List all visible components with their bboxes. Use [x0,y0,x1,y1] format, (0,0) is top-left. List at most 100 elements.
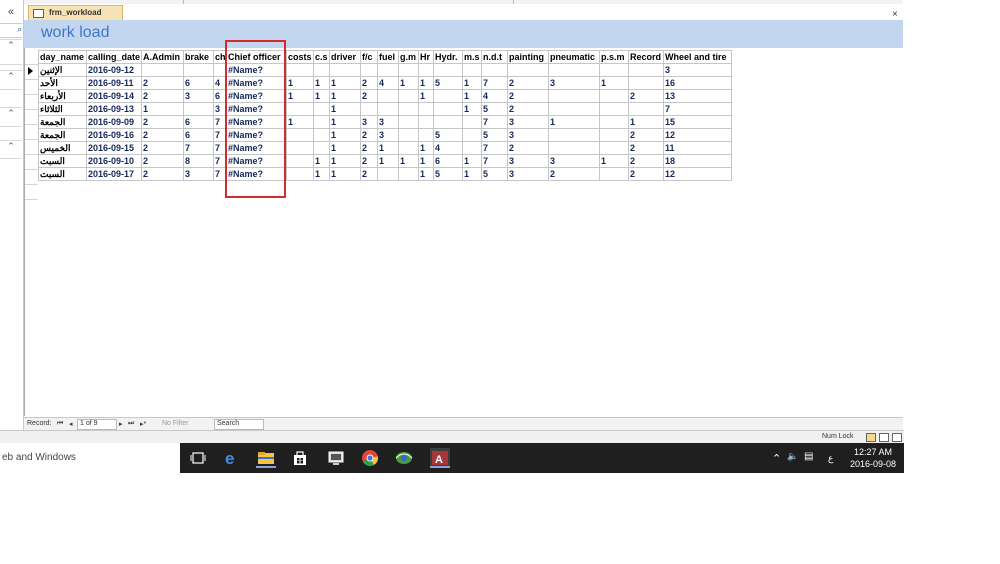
no-filter-button[interactable]: No Filter [162,420,188,427]
table-cell[interactable] [599,89,629,103]
taskbar-search-box[interactable]: eb and Windows [0,443,180,473]
column-header[interactable]: n.d.t [481,50,508,64]
table-cell[interactable] [313,63,330,77]
record-selector[interactable] [25,140,38,155]
column-header[interactable]: Hr [418,50,434,64]
table-cell[interactable] [418,128,434,142]
table-cell[interactable]: 15 [663,115,732,129]
previous-record-button[interactable]: ◂ [69,420,73,428]
table-cell[interactable]: 5 [433,167,463,181]
table-cell[interactable]: 1 [329,141,361,155]
table-cell[interactable]: 2 [360,167,378,181]
table-cell[interactable]: 1 [313,167,330,181]
table-row[interactable]: الخميس 2016-09-15 2 7 7 #Name? 1 2 1 1 4 7 2 2 11 [38,141,732,155]
table-cell[interactable]: 5 [433,76,463,90]
column-header[interactable]: c.s [313,50,330,64]
table-cell[interactable]: 2 [507,102,549,116]
table-cell[interactable]: 2 [141,89,184,103]
table-cell[interactable]: 3 [377,128,399,142]
table-row[interactable]: الجمعة 2016-09-16 2 6 7 #Name? 1 2 3 5 5 3 2 12 [38,128,732,142]
table-cell[interactable] [360,102,378,116]
table-cell[interactable]: 1 [329,167,361,181]
record-selector[interactable] [25,185,38,200]
table-cell[interactable]: 6 [183,115,214,129]
table-cell[interactable]: 2016-09-12 [86,63,142,77]
record-search-field[interactable]: Search [214,419,264,430]
remote-desktop-icon[interactable] [326,448,346,468]
table-cell[interactable]: 1 [462,89,482,103]
table-cell[interactable] [599,102,629,116]
table-cell[interactable]: 3 [183,89,214,103]
table-cell[interactable]: 1 [398,154,419,168]
table-cell[interactable]: 12 [663,167,732,181]
table-cell[interactable]: 4 [481,89,508,103]
table-cell[interactable]: 1 [329,154,361,168]
table-cell[interactable]: 2 [548,167,600,181]
table-cell[interactable]: 1 [329,89,361,103]
table-cell[interactable] [313,128,330,142]
table-cell[interactable]: 2 [141,141,184,155]
table-cell[interactable]: 1 [377,141,399,155]
table-cell[interactable]: 1 [418,76,434,90]
design-view-icon[interactable] [892,433,902,442]
record-selector[interactable] [25,80,38,95]
table-cell[interactable]: 7 [481,154,508,168]
table-cell[interactable]: 1 [418,167,434,181]
table-cell[interactable]: 2 [628,141,664,155]
clock-date[interactable]: 2016-09-08 [850,459,896,469]
column-header[interactable]: f/c [360,50,378,64]
table-cell[interactable] [548,63,600,77]
table-cell[interactable] [548,141,600,155]
table-cell[interactable]: 2016-09-11 [86,76,142,90]
column-header[interactable]: g.m [398,50,419,64]
table-cell[interactable] [398,102,419,116]
table-cell[interactable]: 1 [329,115,361,129]
table-cell[interactable]: 3 [548,76,600,90]
table-cell[interactable] [628,76,664,90]
nav-search-icon[interactable]: ⌕ [0,23,22,38]
input-language-indicator[interactable]: ع [828,453,833,464]
table-cell[interactable]: 1 [548,115,600,129]
chrome-icon[interactable] [360,448,380,468]
table-cell[interactable]: السبت [38,167,87,181]
table-cell[interactable] [599,128,629,142]
table-cell[interactable] [183,102,214,116]
next-record-button[interactable]: ▸ [119,420,123,428]
table-cell[interactable]: 3 [548,154,600,168]
table-cell[interactable]: 1 [329,76,361,90]
table-cell[interactable]: 2 [628,89,664,103]
table-cell[interactable] [599,63,629,77]
table-cell[interactable]: 3 [663,63,732,77]
table-cell[interactable]: 2 [141,154,184,168]
table-cell[interactable] [377,167,399,181]
column-header[interactable]: calling_date [86,50,142,64]
table-cell[interactable]: 2 [360,76,378,90]
nav-group-toggle-4[interactable]: ⌃ [0,140,22,154]
table-row[interactable]: الأحد 2016-09-11 2 6 4 #Name? 1 1 1 2 4 1 1 5 1 7 2 3 1 16 [38,76,732,90]
table-cell[interactable] [286,154,314,168]
record-selector[interactable] [25,110,38,125]
table-cell[interactable] [433,115,463,129]
table-cell[interactable] [398,115,419,129]
table-cell[interactable]: الجمعة [38,128,87,142]
nav-group-toggle-2[interactable]: ⌃ [0,70,22,84]
table-cell[interactable]: 1 [313,76,330,90]
store-icon[interactable] [290,448,310,468]
table-cell[interactable] [286,63,314,77]
form-view-icon[interactable] [866,433,876,442]
action-center-icon[interactable]: ▤ [804,451,813,462]
record-selector[interactable] [25,65,38,80]
table-cell[interactable]: الثلاثاء [38,102,87,116]
table-cell[interactable]: 18 [663,154,732,168]
table-cell[interactable]: 6 [183,76,214,90]
table-cell[interactable]: 5 [433,128,463,142]
table-cell[interactable]: 1 [141,102,184,116]
table-cell[interactable]: 1 [377,154,399,168]
table-cell[interactable]: 2 [360,128,378,142]
table-cell[interactable] [462,63,482,77]
table-cell[interactable]: 7 [183,141,214,155]
column-header[interactable]: Record [628,50,664,64]
table-cell[interactable]: 5 [481,167,508,181]
table-row[interactable]: الثلاثاء 2016-09-13 1 3 #Name? 1 1 5 2 7 [38,102,732,116]
table-cell[interactable] [418,102,434,116]
